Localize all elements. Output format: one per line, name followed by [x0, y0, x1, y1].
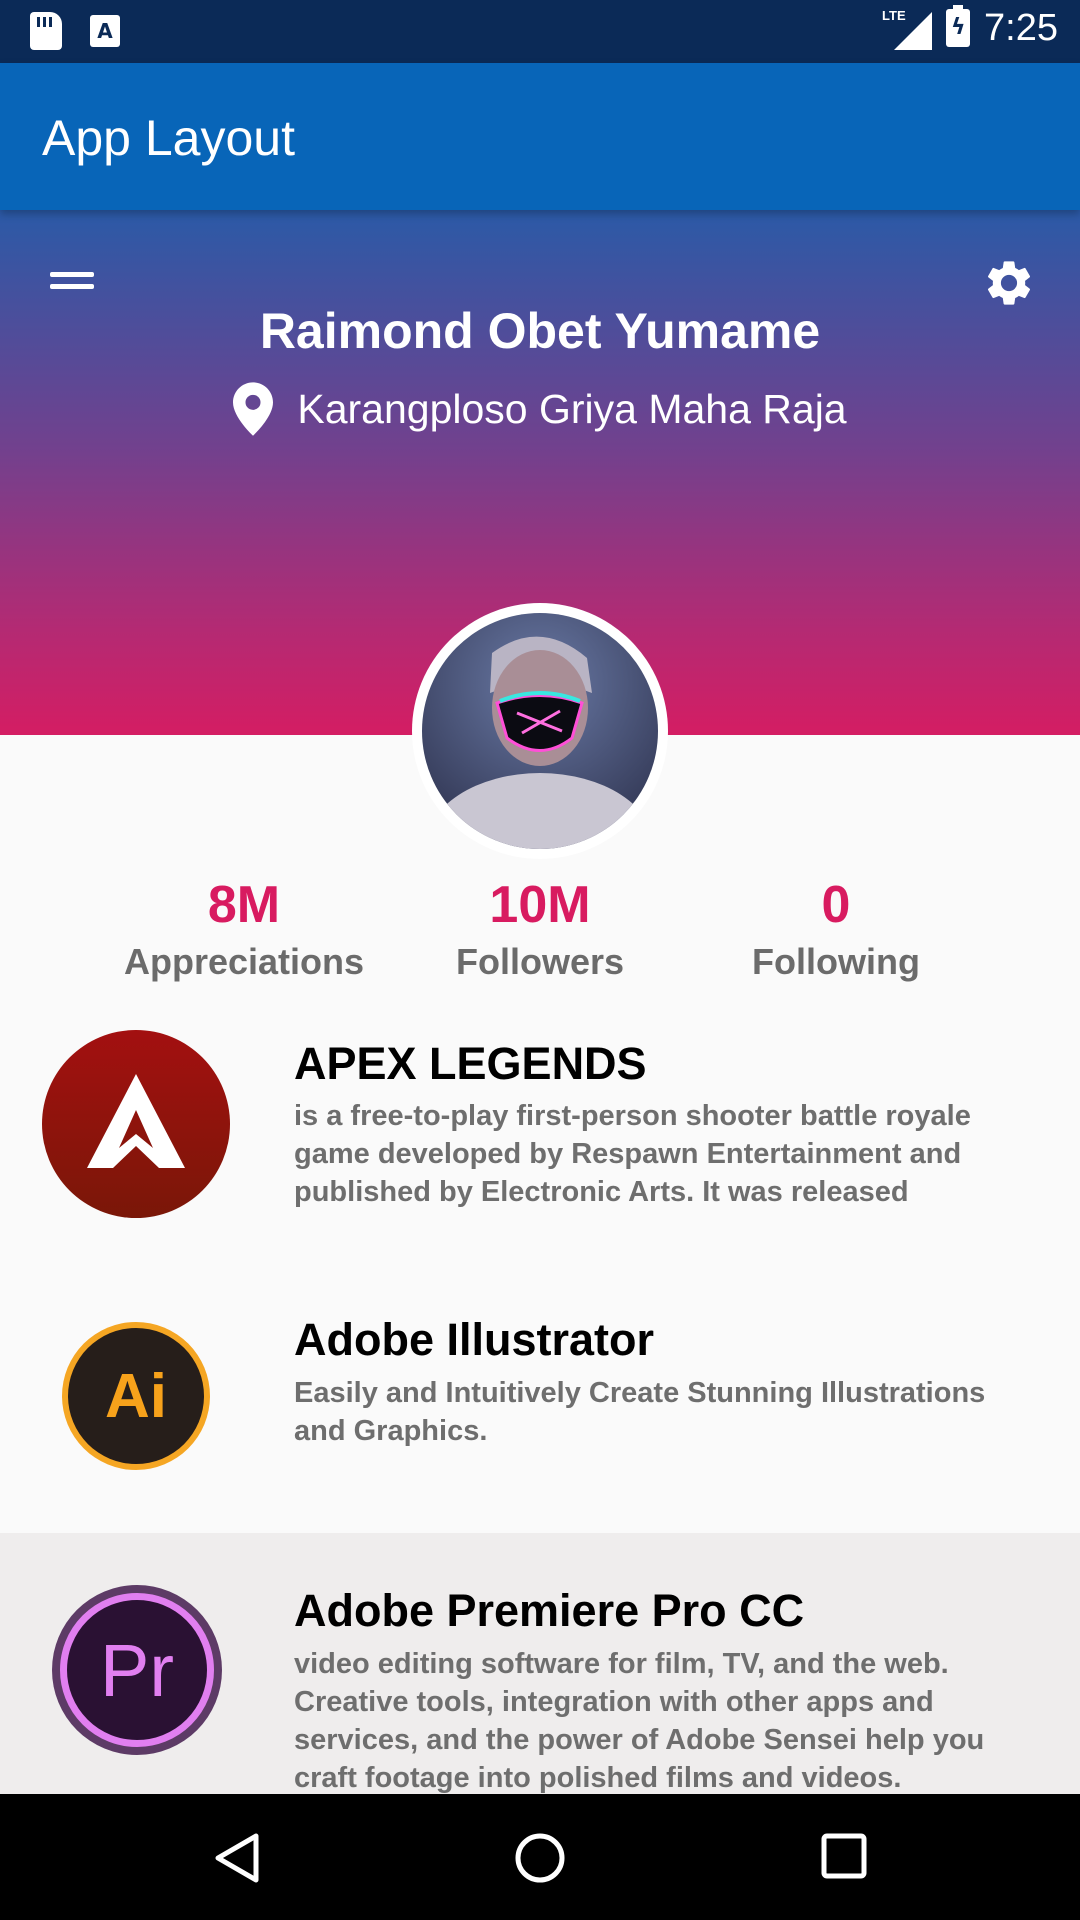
list-item-adobe-premiere-pro[interactable]: Pr Adobe Premiere Pro CC video editing s…: [0, 1533, 1080, 1794]
location-pin-icon: [233, 382, 274, 436]
item-description: video editing software for film, TV, and…: [294, 1648, 985, 1794]
app-title: App Layout: [42, 110, 295, 166]
location-text: Karangploso Griya Maha Raja: [297, 385, 847, 432]
item-title: Adobe Premiere Pro CC: [294, 1585, 805, 1636]
item-title: APEX LEGENDS: [294, 1038, 647, 1089]
illustrator-icon-text: Ai: [68, 1328, 204, 1464]
avatar[interactable]: [412, 603, 668, 923]
profile-location: Karangploso Griya Maha Raja: [0, 382, 1080, 436]
stat-value: 8M: [207, 876, 281, 934]
stat-label: Appreciations: [123, 941, 365, 982]
stat-label: Following: [752, 941, 920, 982]
premiere-icon-text: Pr: [60, 1593, 214, 1747]
signal-icon: LTE: [882, 6, 933, 50]
stat-followers[interactable]: 10M Followers: [390, 875, 690, 983]
item-description: is a free-to-play first-person shooter b…: [294, 1100, 971, 1208]
premiere-logo-icon: Pr: [52, 1585, 222, 1755]
stat-value: 10M: [489, 876, 591, 934]
status-time: 7:25: [984, 6, 1058, 49]
home-icon[interactable]: [514, 1832, 566, 1884]
system-nav-bar: [0, 1794, 1080, 1920]
app-notification-icon: A: [90, 15, 120, 47]
stat-appreciations[interactable]: 8M Appreciations: [94, 875, 394, 983]
list-item-adobe-illustrator[interactable]: Ai Adobe Illustrator Easily and Intuitiv…: [0, 1280, 1080, 1533]
stat-following[interactable]: 0 Following: [686, 875, 986, 983]
item-description: Easily and Intuitively Create Stunning I…: [294, 1377, 986, 1447]
sd-card-icon: [30, 12, 62, 50]
stat-label: Followers: [455, 941, 625, 982]
stat-value: 0: [821, 876, 851, 934]
status-bar: A LTE 7:25: [0, 0, 1080, 63]
avatar-image: [422, 613, 658, 923]
list-item-apex-legends[interactable]: APEX LEGENDS is a free-to-play first-per…: [0, 1010, 1080, 1270]
battery-icon: [946, 5, 971, 47]
profile-name: Raimond Obet Yumame: [259, 303, 821, 359]
app-bar: App Layout: [0, 63, 1080, 210]
apex-logo-icon: [42, 1030, 230, 1218]
menu-icon[interactable]: [50, 272, 94, 294]
illustrator-logo-icon: Ai: [62, 1322, 210, 1470]
back-icon[interactable]: [212, 1832, 262, 1884]
recents-icon[interactable]: [820, 1832, 868, 1880]
item-title: Adobe Illustrator: [294, 1314, 655, 1365]
